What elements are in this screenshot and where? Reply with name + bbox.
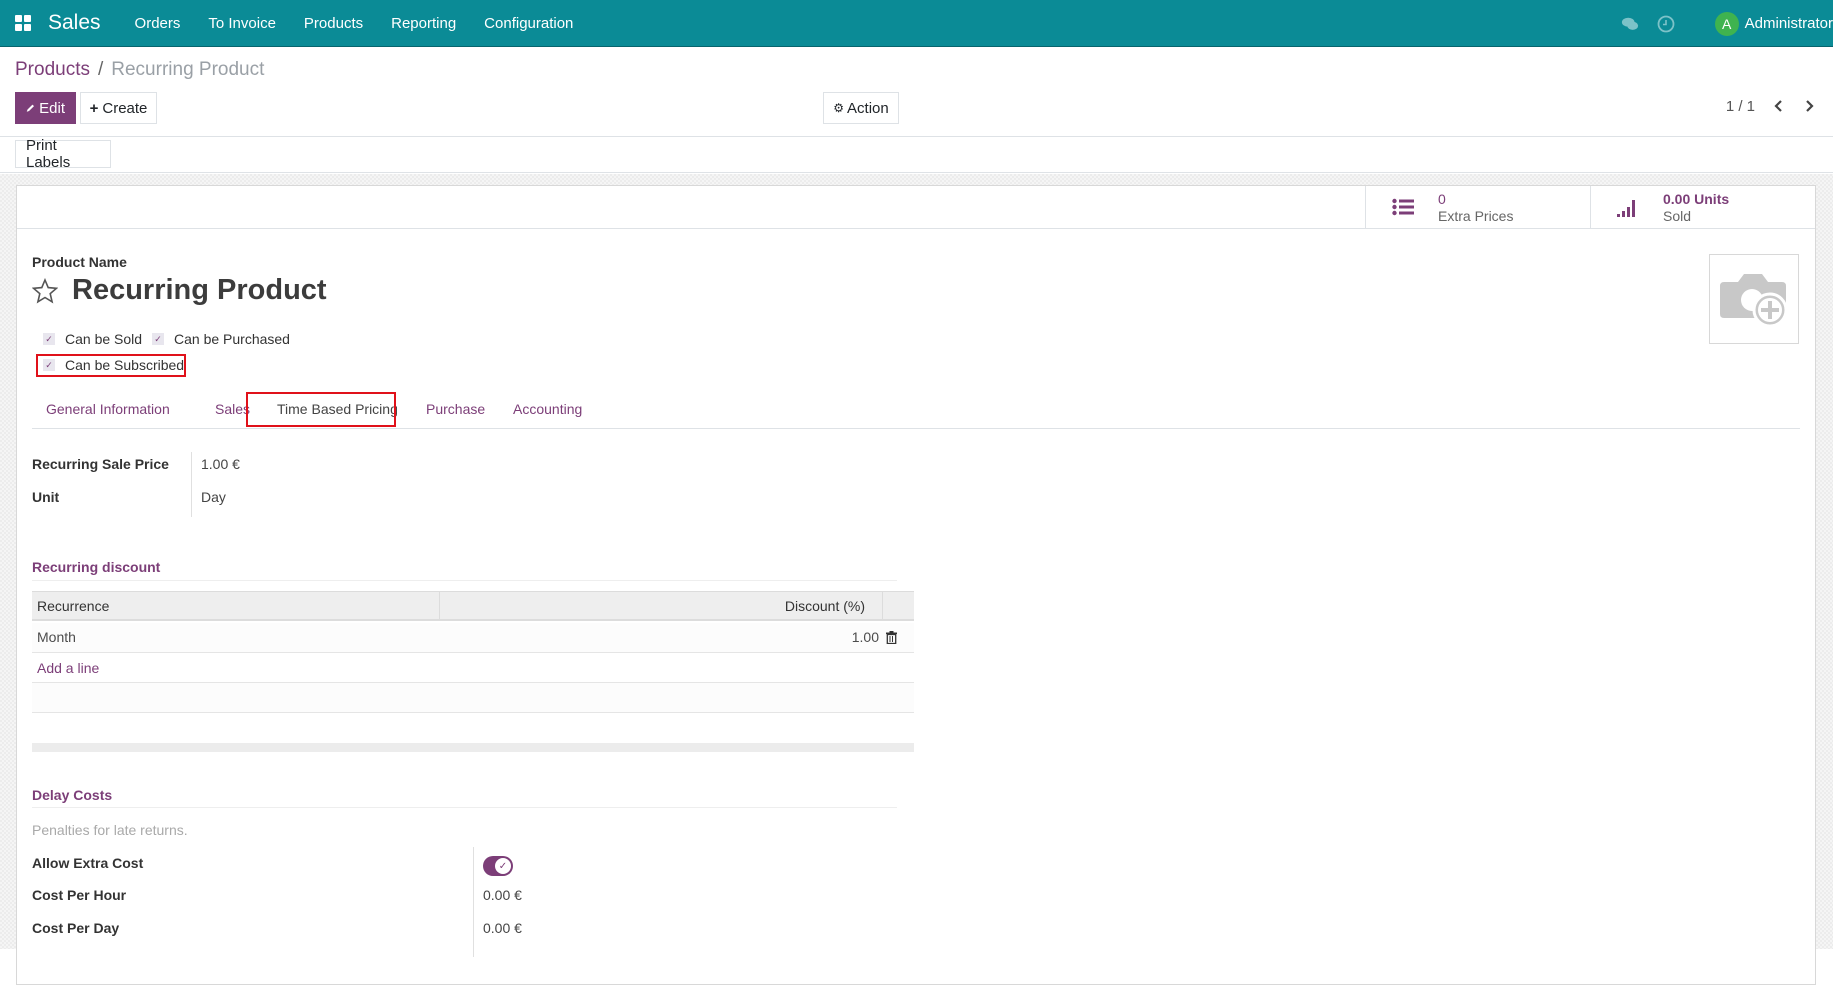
can-be-sold-checkbox[interactable]: ✓ Can be Sold <box>43 331 142 347</box>
can-be-sold-label: Can be Sold <box>65 331 143 347</box>
product-image-upload[interactable] <box>1709 254 1799 344</box>
product-title-row: Recurring Product <box>32 274 327 307</box>
statusbar: Print Labels <box>0 137 1833 173</box>
checkmark-icon: ✓ <box>495 858 511 874</box>
checkmark-icon: ✓ <box>43 333 55 345</box>
breadcrumb-current: Recurring Product <box>111 59 265 80</box>
breadcrumb-products[interactable]: Products <box>15 59 90 80</box>
cost-per-day-value[interactable]: 0.00 € <box>483 920 522 936</box>
user-menu[interactable]: Administrator <box>1745 15 1833 32</box>
product-name[interactable]: Recurring Product <box>72 274 327 307</box>
field-separator <box>473 847 474 957</box>
units-sold-label: Sold <box>1663 208 1692 224</box>
tab-purchase[interactable]: Purchase <box>426 401 485 417</box>
table-footer <box>32 743 914 752</box>
table-row[interactable]: Month 1.00 <box>32 623 914 653</box>
action-label: Action <box>847 99 889 117</box>
gear-icon: ⚙ <box>833 101 845 115</box>
column-divider <box>882 592 883 620</box>
unit-label: Unit <box>32 489 60 505</box>
tab-general-information[interactable]: General Information <box>46 401 170 417</box>
control-panel: Products / Recurring Product Edit + Create… <box>0 48 1833 137</box>
avatar[interactable]: A <box>1714 11 1739 36</box>
allow-extra-cost-label: Allow Extra Cost <box>32 855 144 871</box>
recurring-sale-price-label: Recurring Sale Price <box>32 456 169 472</box>
list-icon <box>1392 198 1414 216</box>
empty-row <box>32 683 914 713</box>
camera-add-icon <box>1720 274 1788 328</box>
extra-prices-label: Extra Prices <box>1438 208 1514 224</box>
checkmark-icon: ✓ <box>152 333 164 345</box>
row-discount: 1.00 <box>851 629 879 645</box>
edit-label: Edit <box>39 99 65 117</box>
allow-extra-cost-toggle[interactable]: ✓ <box>483 856 513 876</box>
chevron-left-icon <box>1774 100 1782 112</box>
cost-per-hour-value[interactable]: 0.00 € <box>483 887 522 903</box>
star-icon[interactable] <box>32 277 58 304</box>
action-button[interactable]: ⚙ Action <box>823 92 899 124</box>
unit-value[interactable]: Day <box>201 489 226 505</box>
pager-value[interactable]: 1 / 1 <box>1726 98 1755 115</box>
add-line-row: Add a line <box>32 653 914 683</box>
field-separator <box>191 452 192 517</box>
trash-icon[interactable] <box>886 631 897 644</box>
chat-icon[interactable] <box>1621 15 1639 33</box>
menu-reporting[interactable]: Reporting <box>391 15 456 32</box>
create-label: Create <box>102 99 148 117</box>
pager-next[interactable] <box>1799 96 1819 116</box>
button-box: 0 Extra Prices 0.00 Units Sold <box>17 186 1815 229</box>
section-divider <box>32 580 897 581</box>
plus-icon: + <box>89 99 99 117</box>
units-sold-value: 0.00 Units <box>1663 191 1730 207</box>
recurring-sale-price-value[interactable]: 1.00 € <box>201 456 240 472</box>
tab-sales[interactable]: Sales <box>215 401 250 417</box>
row-recurrence: Month <box>37 629 76 645</box>
highlight-time-based-pricing <box>246 392 396 427</box>
breadcrumb-separator: / <box>97 59 104 80</box>
print-labels-button[interactable]: Print Labels <box>15 137 111 171</box>
apps-icon[interactable] <box>15 15 31 31</box>
create-button[interactable]: + Create <box>80 92 157 124</box>
top-navbar: Sales Orders To Invoice Products Reporti… <box>0 0 1833 47</box>
menu-to-invoice[interactable]: To Invoice <box>208 15 276 32</box>
section-divider <box>32 807 897 808</box>
menu-products[interactable]: Products <box>304 15 363 32</box>
clock-icon[interactable] <box>1657 15 1675 33</box>
chevron-right-icon <box>1806 100 1814 112</box>
extra-prices-button[interactable]: 0 Extra Prices <box>1365 186 1590 229</box>
cost-per-hour-label: Cost Per Hour <box>32 887 127 903</box>
cost-per-day-label: Cost Per Day <box>32 920 120 936</box>
recurring-discount-title: Recurring discount <box>32 559 161 575</box>
tab-accounting[interactable]: Accounting <box>513 401 582 417</box>
pencil-icon <box>26 104 34 112</box>
can-be-purchased-label: Can be Purchased <box>174 331 290 347</box>
discount-table-header: Recurrence Discount (%) <box>32 591 914 621</box>
signal-bars-icon <box>1617 200 1635 217</box>
pager-previous[interactable] <box>1769 96 1789 116</box>
app-name[interactable]: Sales <box>48 11 101 35</box>
delay-costs-help: Penalties for late returns. <box>32 822 188 838</box>
delay-costs-title: Delay Costs <box>32 787 113 803</box>
add-a-line-link[interactable]: Add a line <box>37 660 99 676</box>
breadcrumb: Products / Recurring Product <box>15 59 264 81</box>
can-be-purchased-checkbox[interactable]: ✓ Can be Purchased <box>152 331 290 347</box>
highlight-subscribed <box>36 354 186 377</box>
edit-button[interactable]: Edit <box>15 92 76 124</box>
menu-configuration[interactable]: Configuration <box>484 15 573 32</box>
menu-orders[interactable]: Orders <box>135 15 181 32</box>
product-name-label: Product Name <box>32 254 127 270</box>
form-sheet: 0 Extra Prices 0.00 Units Sold Product N… <box>16 185 1816 985</box>
column-recurrence[interactable]: Recurrence <box>37 598 109 614</box>
extra-prices-count: 0 <box>1438 191 1446 207</box>
empty-row <box>32 713 914 743</box>
column-discount[interactable]: Discount (%) <box>785 598 865 614</box>
column-divider <box>439 592 440 620</box>
units-sold-button[interactable]: 0.00 Units Sold <box>1590 186 1815 229</box>
